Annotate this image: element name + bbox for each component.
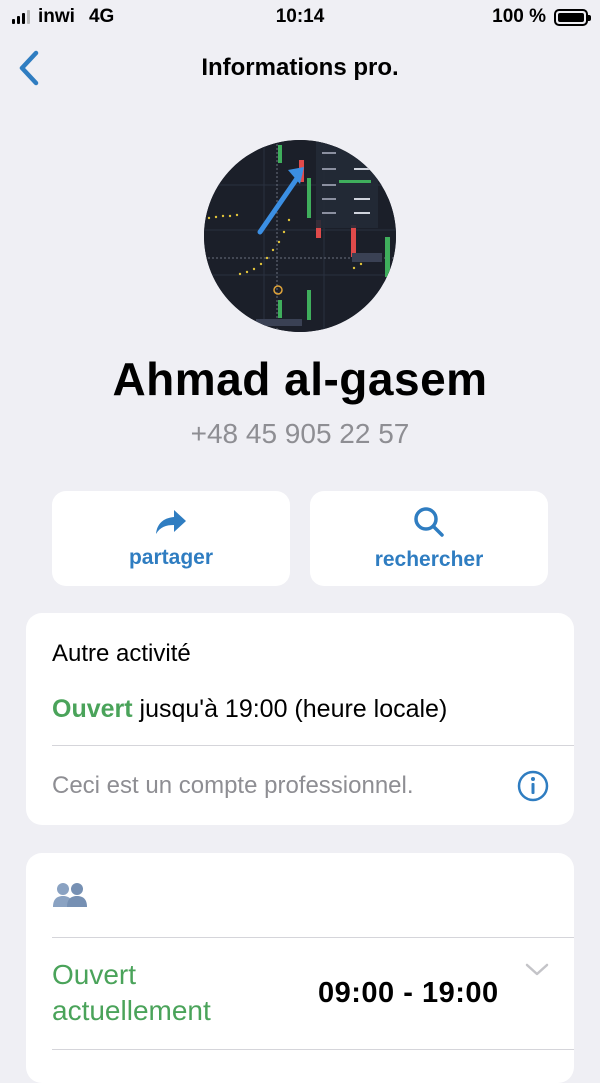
search-button[interactable]: rechercher <box>310 491 548 586</box>
chevron-down-icon[interactable] <box>524 961 550 979</box>
opening-hours-line: Ouvert jusqu'à 19:00 (heure locale) <box>52 695 447 724</box>
info-icon[interactable] <box>516 769 550 803</box>
avatar[interactable] <box>204 140 396 332</box>
avatar-image <box>204 140 396 332</box>
divider <box>52 745 574 746</box>
network-label: 4G <box>88 6 115 27</box>
carrier-label: inwi <box>38 6 75 27</box>
search-icon <box>414 506 444 537</box>
nav-bar: Informations pro. <box>0 42 600 94</box>
status-left: inwi 4G <box>12 6 114 28</box>
divider <box>52 937 574 938</box>
profile-phone[interactable]: +48 45 905 22 57 <box>0 418 600 450</box>
hours-card: Ouvert actuellement 09:00 - 19:00 <box>26 853 574 1083</box>
chevron-left-icon <box>19 50 39 86</box>
search-label: rechercher <box>374 547 484 571</box>
profile-name: Ahmad al-gasem <box>112 353 488 405</box>
status-bar: inwi 4G 10:14 100 % <box>0 0 600 34</box>
activity-title: Autre activité <box>52 640 191 667</box>
hours-range: 09:00 - 19:00 <box>318 977 499 1009</box>
share-button[interactable]: partager <box>52 491 290 586</box>
people-icon <box>53 883 87 907</box>
battery-percent: 100 % <box>492 6 546 27</box>
page-title: Informations pro. <box>201 54 399 81</box>
status-right: 100 % <box>492 6 591 28</box>
open-status: Ouvert <box>52 695 133 723</box>
open-now-label: Ouvert actuellement <box>52 959 211 1026</box>
back-button[interactable] <box>12 48 46 88</box>
hours-text: jusqu'à 19:00 (heure locale) <box>132 695 448 723</box>
battery-icon <box>554 8 591 26</box>
share-label: partager <box>128 545 214 569</box>
share-arrow-icon <box>156 509 186 534</box>
divider <box>52 1049 574 1050</box>
signal-icon <box>12 10 30 24</box>
business-account-note: Ceci est un compte professionnel. <box>52 772 414 799</box>
activity-card: Autre activité Ouvert jusqu'à 19:00 (heu… <box>26 613 574 825</box>
